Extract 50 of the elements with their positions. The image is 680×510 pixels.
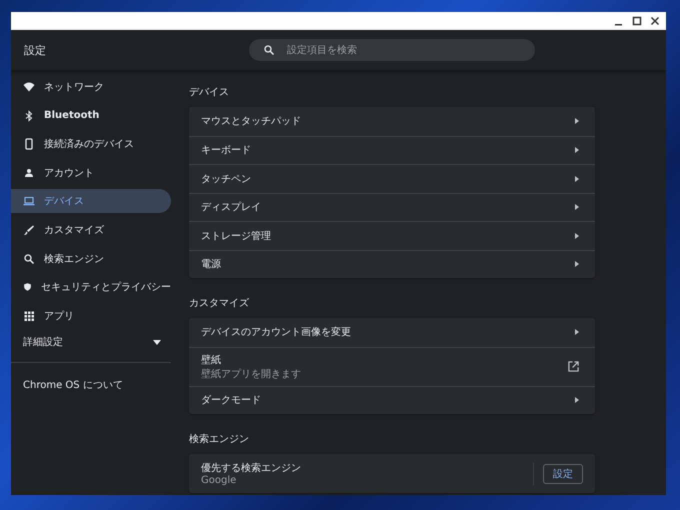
manage-button[interactable]: 設定 (543, 464, 583, 484)
row-value: Google (201, 475, 238, 486)
sidebar-item[interactable]: カスタマイズ (11, 218, 171, 242)
caret-icon (575, 261, 579, 268)
sidebar-item[interactable]: アカウント (11, 160, 171, 185)
settings-row[interactable]: マウスとタッチパッド (189, 107, 595, 136)
sidebar-item[interactable]: アプリ (11, 304, 171, 328)
settings-row[interactable]: ダークモード (189, 386, 595, 414)
search-field[interactable]: 設定項目を検索 (249, 39, 535, 61)
caret-icon (575, 329, 579, 336)
caret-icon (575, 232, 579, 239)
search-icon (263, 44, 275, 56)
shield-icon (23, 281, 32, 294)
settings-row[interactable]: タッチペン (189, 164, 595, 192)
caret-icon (575, 176, 579, 182)
window-title: 設定 (23, 42, 47, 58)
settings-row[interactable]: デバイスのアカウント画像を変更 (189, 318, 595, 346)
sidebar-item[interactable]: セキュリティとプライバシー (11, 275, 171, 300)
section-heading: デバイス (189, 86, 230, 99)
laptop-icon (23, 195, 35, 208)
sidebar-item[interactable]: Bluetooth (11, 104, 171, 128)
settings-row[interactable]: 電源 (189, 250, 595, 278)
search-icon (23, 252, 35, 265)
bluetooth-icon (23, 110, 35, 122)
advanced-settings-toggle[interactable]: 詳細設定 (11, 332, 171, 352)
sidebar-item[interactable]: デバイス (11, 189, 171, 214)
close-icon[interactable] (650, 16, 660, 26)
brush-icon (23, 224, 35, 236)
external-link-icon[interactable] (568, 361, 579, 372)
settings-row[interactable]: ディスプレイ (189, 192, 595, 221)
grid-icon (23, 310, 35, 322)
wifi-icon (23, 81, 35, 93)
caret-icon (575, 397, 579, 404)
phone-icon (23, 138, 35, 150)
row-description: 壁紙アプリを開きます (201, 368, 302, 380)
caret-icon (575, 147, 579, 154)
row-label: 優先する検索エンジン (201, 462, 302, 475)
sidebar-item[interactable]: 検索エンジン (11, 246, 171, 271)
sidebar-item[interactable]: ネットワーク (11, 75, 171, 99)
maximize-icon[interactable] (632, 16, 642, 26)
section-heading: カスタマイズ (189, 297, 250, 310)
settings-row[interactable]: ストレージ管理 (189, 221, 595, 250)
person-icon (23, 166, 35, 179)
settings-row[interactable]: キーボード (189, 136, 595, 164)
sidebar-item[interactable]: 接続済みのデバイス (11, 132, 171, 156)
caret-icon (575, 204, 579, 210)
section-heading: 検索エンジン (189, 432, 250, 446)
caret-icon (575, 118, 579, 124)
about-link[interactable]: Chrome OS について (11, 380, 123, 392)
row-label: 壁紙 (201, 354, 222, 366)
